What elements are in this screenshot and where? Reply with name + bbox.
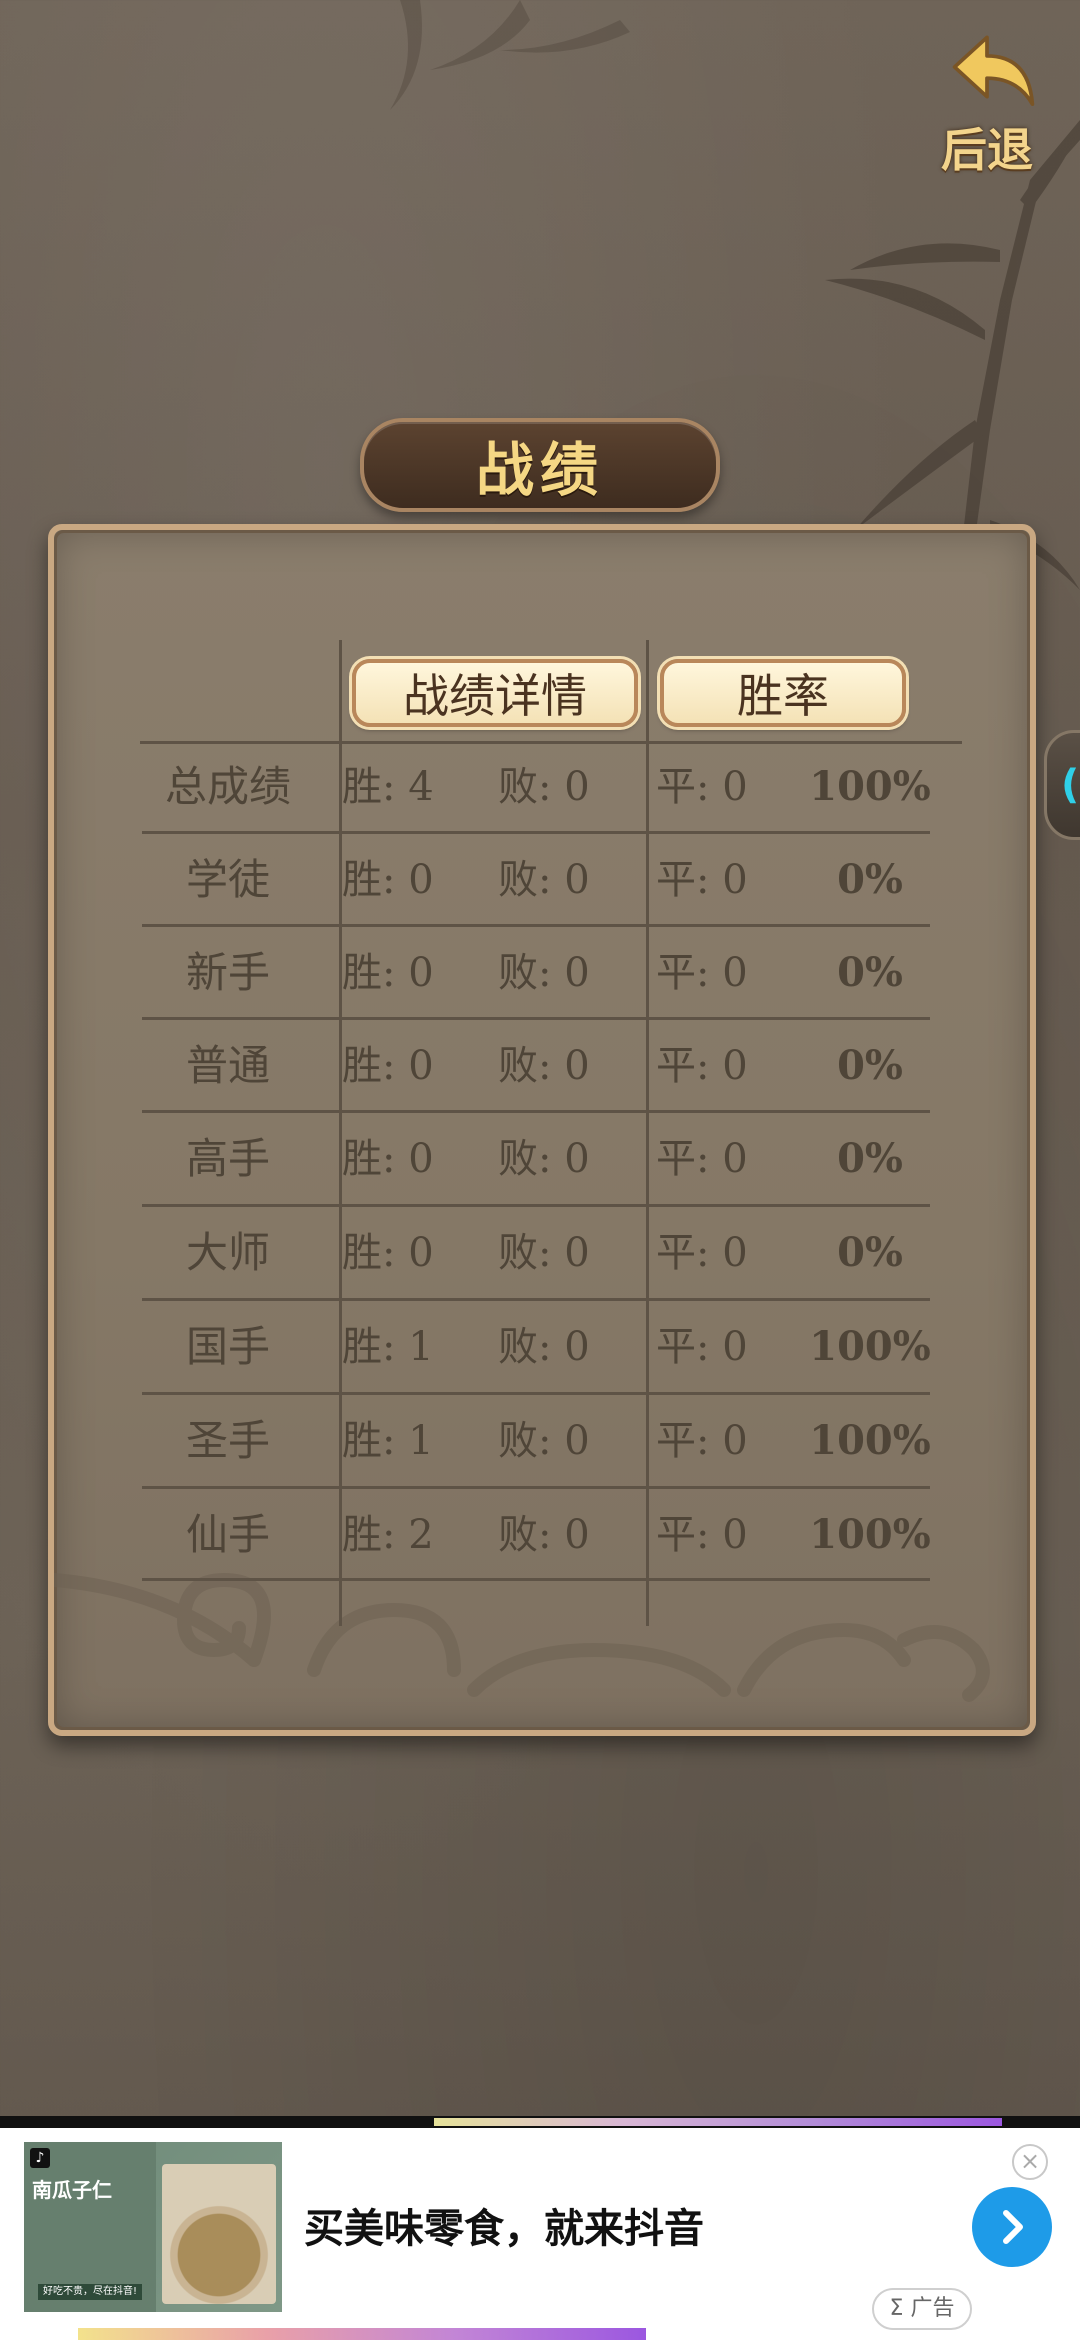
- row-wins: 胜: 4: [342, 764, 434, 810]
- ad-progress-bar: [434, 2118, 1002, 2126]
- row-losses: 败: 0: [498, 1230, 590, 1276]
- tab-record-details[interactable]: 战绩详情: [352, 659, 638, 727]
- row-win-rate: 0%: [837, 1042, 903, 1089]
- ad-label-badge: Σ 广告: [872, 2288, 972, 2330]
- row-draws: 平: 0: [656, 1418, 748, 1464]
- tab-record-details-label: 战绩详情: [403, 669, 587, 723]
- row-wins: 胜: 1: [342, 1324, 434, 1370]
- row-draws: 平: 0: [656, 1230, 748, 1276]
- row-wins: 胜: 0: [342, 857, 434, 903]
- row-wins: 胜: 0: [342, 950, 434, 996]
- row-draws: 平: 0: [656, 1324, 748, 1370]
- row-win-rate: 100%: [809, 1323, 931, 1370]
- row-losses: 败: 0: [498, 1512, 590, 1558]
- row-wins: 胜: 0: [342, 1230, 434, 1276]
- row-level-name: 圣手: [185, 1416, 270, 1465]
- table-row: 普通 胜: 0 败: 0 平: 0 0%: [0, 1020, 1080, 1112]
- row-losses: 败: 0: [498, 764, 590, 810]
- row-losses: 败: 0: [498, 1418, 590, 1464]
- chevron-right-icon: [1003, 2210, 1023, 2244]
- row-win-rate: 0%: [837, 1229, 903, 1276]
- table-row: 大师 胜: 0 败: 0 平: 0 0%: [0, 1207, 1080, 1299]
- row-losses: 败: 0: [498, 1136, 590, 1182]
- row-level-name: 新手: [185, 948, 270, 997]
- row-level-name: 总成绩: [164, 762, 291, 811]
- row-draws: 平: 0: [656, 1136, 748, 1182]
- row-win-rate: 0%: [837, 1135, 903, 1182]
- ad-thumbnail[interactable]: ♪ 南瓜子仁 好吃不贵，尽在抖音!: [24, 2142, 282, 2312]
- ad-headline[interactable]: 买美味零食，就来抖音: [304, 2196, 704, 2254]
- table-row: 国手 胜: 1 败: 0 平: 0 100%: [0, 1301, 1080, 1393]
- ad-thumb-tag: 好吃不贵，尽在抖音!: [38, 2284, 142, 2300]
- row-level-name: 国手: [185, 1322, 270, 1371]
- table-row: 学徒 胜: 0 败: 0 平: 0 0%: [0, 834, 1080, 926]
- side-drawer-tab[interactable]: (: [1044, 730, 1080, 840]
- table-row: 仙手 胜: 2 败: 0 平: 0 100%: [0, 1489, 1080, 1581]
- back-arrow-icon: [952, 35, 1035, 106]
- row-win-rate: 100%: [809, 1511, 931, 1558]
- row-losses: 败: 0: [498, 1043, 590, 1089]
- row-wins: 胜: 0: [342, 1136, 434, 1182]
- row-level-name: 高手: [185, 1134, 270, 1183]
- row-level-name: 仙手: [185, 1510, 270, 1559]
- row-draws: 平: 0: [656, 1512, 748, 1558]
- tiktok-logo-icon: ♪: [30, 2148, 50, 2168]
- table-row: 总成绩 胜: 4 败: 0 平: 0 100%: [0, 741, 1080, 833]
- row-win-rate: 100%: [809, 763, 931, 810]
- ad-product-image: [162, 2164, 276, 2304]
- table-row: 新手 胜: 0 败: 0 平: 0 0%: [0, 927, 1080, 1019]
- ad-thumb-title: 南瓜子仁: [32, 2178, 112, 2202]
- back-button[interactable]: 后退: [922, 30, 1052, 180]
- row-wins: 胜: 0: [342, 1043, 434, 1089]
- ad-close-button[interactable]: ×: [1012, 2144, 1048, 2180]
- ad-bottom-bar: [78, 2328, 646, 2340]
- row-win-rate: 0%: [837, 949, 903, 996]
- row-draws: 平: 0: [656, 857, 748, 903]
- row-wins: 胜: 2: [342, 1512, 434, 1558]
- ad-open-button[interactable]: [972, 2187, 1052, 2267]
- row-draws: 平: 0: [656, 1043, 748, 1089]
- back-label: 后退: [941, 123, 1033, 177]
- row-draws: 平: 0: [656, 764, 748, 810]
- row-losses: 败: 0: [498, 1324, 590, 1370]
- row-win-rate: 100%: [809, 1417, 931, 1464]
- table-row: 高手 胜: 0 败: 0 平: 0 0%: [0, 1113, 1080, 1205]
- row-win-rate: 0%: [837, 856, 903, 903]
- row-wins: 胜: 1: [342, 1418, 434, 1464]
- tab-win-rate[interactable]: 胜率: [660, 659, 906, 727]
- row-level-name: 普通: [185, 1041, 270, 1090]
- row-level-name: 学徒: [185, 855, 270, 904]
- row-draws: 平: 0: [656, 950, 748, 996]
- side-drawer-glyph: (: [1061, 762, 1080, 808]
- row-level-name: 大师: [185, 1228, 270, 1277]
- ad-banner[interactable]: ♪ 南瓜子仁 好吃不贵，尽在抖音! 买美味零食，就来抖音 × Σ 广告: [0, 2128, 1080, 2340]
- row-losses: 败: 0: [498, 857, 590, 903]
- page-title: 战绩: [475, 436, 604, 504]
- tab-win-rate-label: 胜率: [737, 669, 829, 723]
- page-title-plaque: 战绩: [360, 418, 720, 512]
- row-losses: 败: 0: [498, 950, 590, 996]
- table-row: 圣手 胜: 1 败: 0 平: 0 100%: [0, 1395, 1080, 1487]
